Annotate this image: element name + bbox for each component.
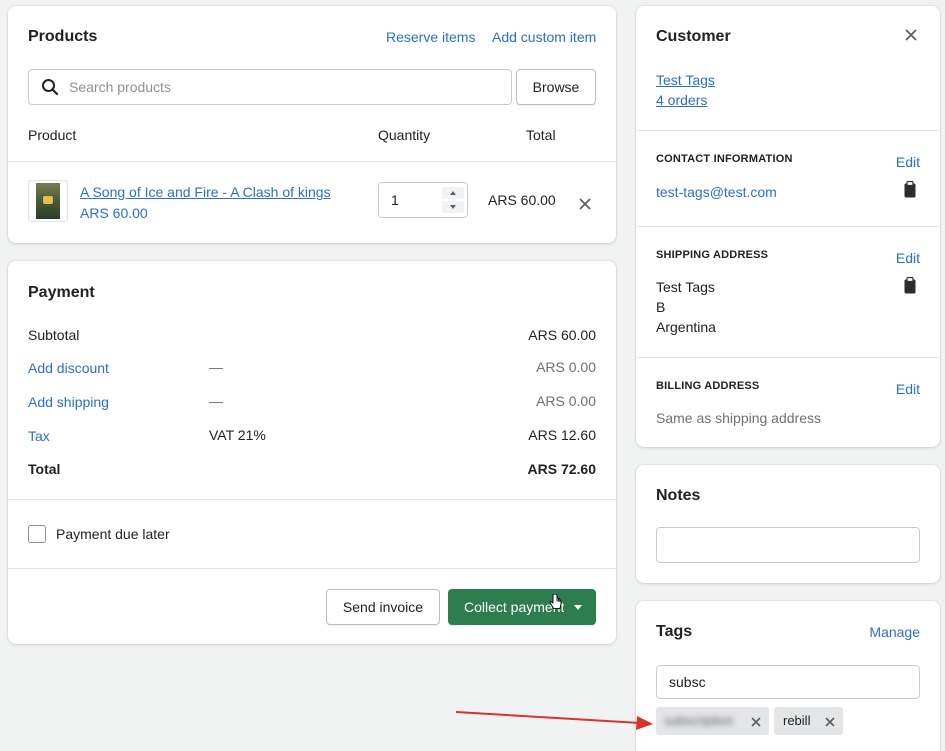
add-shipping-link[interactable]: Add shipping bbox=[28, 394, 109, 410]
products-card: Products Reserve items Add custom item B… bbox=[8, 6, 616, 243]
tax-link[interactable]: Tax bbox=[28, 428, 50, 444]
close-icon bbox=[751, 717, 761, 727]
tax-description: VAT 21% bbox=[209, 427, 266, 443]
discount-value: ARS 0.00 bbox=[536, 359, 596, 375]
subtotal-label: Subtotal bbox=[28, 327, 80, 343]
reserve-items-link[interactable]: Reserve items bbox=[386, 29, 475, 45]
address-line: Test Tags bbox=[656, 279, 715, 295]
remove-tag-button[interactable] bbox=[824, 715, 836, 727]
column-header-quantity: Quantity bbox=[378, 127, 431, 143]
manage-tags-link[interactable]: Manage bbox=[869, 624, 920, 640]
billing-address-heading: BILLING ADDRESS bbox=[656, 380, 760, 392]
notes-input[interactable] bbox=[656, 527, 920, 563]
search-icon bbox=[41, 78, 59, 96]
annotation-arrow-icon bbox=[455, 711, 653, 730]
subtotal-value: ARS 60.00 bbox=[528, 327, 596, 343]
column-header-product: Product bbox=[28, 127, 77, 143]
quantity-input[interactable] bbox=[379, 183, 439, 217]
billing-address-value: Same as shipping address bbox=[656, 410, 821, 426]
tag-chip: rebill bbox=[774, 707, 843, 735]
browse-button[interactable]: Browse bbox=[516, 69, 596, 105]
customer-divider-1 bbox=[636, 130, 940, 131]
close-icon bbox=[579, 198, 591, 210]
quantity-stepper bbox=[378, 182, 468, 218]
remove-tag-button[interactable] bbox=[750, 715, 762, 727]
shipping-value: ARS 0.00 bbox=[536, 393, 596, 409]
copy-email-clipboard-icon[interactable] bbox=[904, 180, 916, 198]
product-name-link[interactable]: A Song of Ice and Fire - A Clash of king… bbox=[80, 184, 331, 200]
tag-chip-label-blurred: subscription bbox=[664, 713, 734, 728]
payment-due-later-label[interactable]: Payment due later bbox=[56, 526, 170, 542]
quantity-decrement-button[interactable] bbox=[442, 201, 464, 213]
payment-due-later-checkbox[interactable] bbox=[28, 525, 46, 543]
address-line: Argentina bbox=[656, 319, 716, 335]
tag-chip-label: rebill bbox=[783, 713, 811, 728]
tags-input[interactable] bbox=[656, 665, 920, 699]
customer-orders-link[interactable]: 4 orders bbox=[656, 92, 707, 108]
add-discount-link[interactable]: Add discount bbox=[28, 360, 109, 376]
book-cover-image bbox=[36, 183, 60, 219]
notes-card: Notes bbox=[636, 465, 940, 583]
customer-card: Customer Test Tags 4 orders CONTACT INFO… bbox=[636, 6, 940, 447]
shipping-address-heading: SHIPPING ADDRESS bbox=[656, 249, 769, 261]
line-item-row: A Song of Ice and Fire - A Clash of king… bbox=[8, 162, 616, 243]
customer-email[interactable]: test-tags@test.com bbox=[656, 184, 777, 200]
shipping-edit-link[interactable]: Edit bbox=[896, 250, 920, 266]
payment-divider-2 bbox=[8, 568, 616, 569]
contact-information-heading: CONTACT INFORMATION bbox=[656, 153, 793, 165]
payment-card: Payment Subtotal ARS 60.00 Add discount … bbox=[8, 261, 616, 644]
column-header-total: Total bbox=[526, 127, 556, 143]
caret-down-icon bbox=[574, 605, 582, 610]
payment-divider-1 bbox=[8, 499, 616, 500]
product-unit-price: ARS 60.00 bbox=[80, 205, 148, 221]
close-customer-button[interactable] bbox=[904, 28, 918, 42]
customer-divider-3 bbox=[636, 357, 940, 358]
payment-title: Payment bbox=[28, 284, 95, 301]
tax-value: ARS 12.60 bbox=[528, 427, 596, 443]
search-products-input[interactable] bbox=[28, 69, 512, 105]
mouse-pointer-icon bbox=[549, 593, 563, 610]
total-label: Total bbox=[28, 461, 61, 477]
caret-up-icon bbox=[450, 191, 456, 195]
discount-description: — bbox=[209, 359, 223, 375]
caret-down-icon bbox=[450, 205, 456, 209]
customer-divider-2 bbox=[636, 226, 940, 227]
collect-payment-button[interactable]: Collect payment bbox=[448, 589, 596, 625]
address-line: B bbox=[656, 299, 666, 315]
copy-address-clipboard-icon[interactable] bbox=[904, 276, 916, 294]
total-value: ARS 72.60 bbox=[527, 461, 596, 477]
product-thumbnail bbox=[28, 180, 68, 222]
tags-card: Tags Manage subscription rebill bbox=[636, 601, 940, 751]
send-invoice-button[interactable]: Send invoice bbox=[326, 589, 440, 625]
tag-chip: subscription bbox=[656, 707, 769, 735]
tags-title: Tags bbox=[656, 623, 693, 640]
remove-line-item-button[interactable] bbox=[578, 197, 592, 211]
contact-edit-link[interactable]: Edit bbox=[896, 154, 920, 170]
close-icon bbox=[905, 29, 917, 41]
line-item-total: ARS 60.00 bbox=[488, 192, 556, 208]
search-products-field bbox=[28, 69, 512, 105]
billing-edit-link[interactable]: Edit bbox=[896, 381, 920, 397]
notes-title: Notes bbox=[656, 487, 701, 504]
shipping-description: — bbox=[209, 393, 223, 409]
customer-name-link[interactable]: Test Tags bbox=[656, 72, 715, 88]
add-custom-item-link[interactable]: Add custom item bbox=[492, 29, 596, 45]
customer-title: Customer bbox=[656, 28, 731, 45]
products-title: Products bbox=[28, 28, 98, 45]
quantity-increment-button[interactable] bbox=[442, 187, 464, 199]
close-icon bbox=[825, 717, 835, 727]
